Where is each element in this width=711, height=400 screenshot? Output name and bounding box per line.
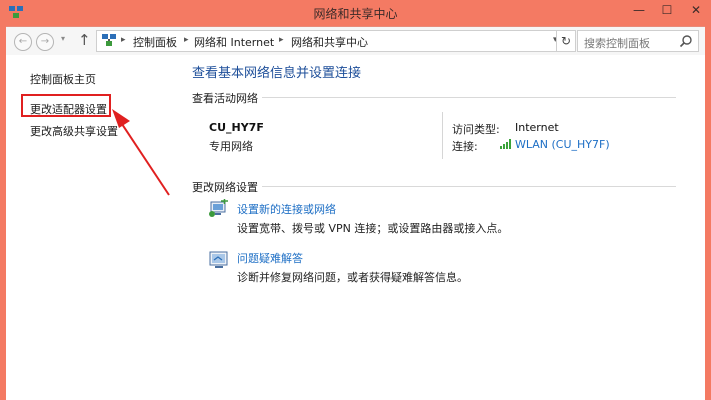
new-connection-icon bbox=[209, 199, 228, 217]
window-title: 网络和共享中心 bbox=[313, 7, 398, 21]
control-panel-icon bbox=[102, 34, 116, 46]
active-networks-heading: 查看活动网络 bbox=[192, 92, 258, 105]
sidebar-item-control-panel-home[interactable]: 控制面板主页 bbox=[30, 71, 96, 87]
connection-label: 连接: bbox=[452, 140, 478, 153]
back-button[interactable]: ← bbox=[14, 33, 32, 51]
search-box[interactable]: 搜索控制面板 bbox=[577, 30, 699, 52]
network-name: CU_HY7F bbox=[209, 121, 264, 134]
breadcrumb-separator: ▸ bbox=[184, 35, 189, 45]
troubleshoot-link[interactable]: 问题疑难解答 bbox=[237, 250, 303, 266]
window: 网络和共享中心 — ☐ ✕ ← → ▾ ↑ ▸ 控制面板 ▸ 网络和 Inter… bbox=[0, 0, 711, 400]
access-type-label: 访问类型: bbox=[452, 123, 500, 136]
address-bar[interactable]: ▸ 控制面板 ▸ 网络和 Internet ▸ 网络和共享中心 ▾ bbox=[96, 30, 576, 52]
content-pane: 控制面板主页 更改适配器设置 更改高级共享设置 查看基本网络信息并设置连接 查看… bbox=[6, 55, 705, 400]
up-button[interactable]: ↑ bbox=[78, 31, 91, 49]
change-settings-heading: 更改网络设置 bbox=[192, 181, 258, 194]
search-icon[interactable] bbox=[679, 34, 693, 48]
breadcrumb-network-sharing-center[interactable]: 网络和共享中心 bbox=[291, 34, 368, 50]
highlight-box bbox=[21, 94, 111, 117]
page-title: 查看基本网络信息并设置连接 bbox=[192, 66, 362, 81]
troubleshoot-icon bbox=[209, 251, 228, 268]
section-divider bbox=[262, 97, 676, 98]
access-type-value: Internet bbox=[515, 121, 559, 134]
maximize-button[interactable]: ☐ bbox=[653, 0, 681, 20]
title-bar: 网络和共享中心 — ☐ ✕ bbox=[0, 0, 711, 26]
setup-new-connection-link[interactable]: 设置新的连接或网络 bbox=[237, 201, 336, 217]
network-category[interactable]: 专用网络 bbox=[209, 138, 253, 154]
refresh-button[interactable]: ↻ bbox=[556, 30, 576, 52]
forward-button[interactable]: → bbox=[36, 33, 54, 51]
breadcrumb-separator: ▸ bbox=[121, 35, 126, 45]
vertical-divider bbox=[442, 112, 443, 159]
close-button[interactable]: ✕ bbox=[681, 0, 711, 20]
breadcrumb-separator: ▸ bbox=[279, 35, 284, 45]
section-divider bbox=[262, 186, 676, 187]
breadcrumb-control-panel[interactable]: 控制面板 bbox=[133, 34, 177, 50]
recent-locations-dropdown[interactable]: ▾ bbox=[61, 34, 65, 43]
minimize-button[interactable]: — bbox=[625, 0, 653, 20]
troubleshoot-desc: 诊断并修复网络问题，或者获得疑难解答信息。 bbox=[237, 271, 468, 284]
setup-new-connection-desc: 设置宽带、拨号或 VPN 连接；或设置路由器或接入点。 bbox=[237, 222, 509, 235]
search-placeholder: 搜索控制面板 bbox=[584, 37, 650, 50]
navigation-bar: ← → ▾ ↑ ▸ 控制面板 ▸ 网络和 Internet ▸ 网络和共享中心 … bbox=[6, 26, 705, 55]
breadcrumb-network-internet[interactable]: 网络和 Internet bbox=[194, 34, 274, 50]
wifi-signal-icon bbox=[500, 139, 511, 149]
sidebar-item-change-advanced-sharing[interactable]: 更改高级共享设置 bbox=[30, 123, 118, 139]
wlan-connection-link[interactable]: WLAN (CU_HY7F) bbox=[515, 138, 610, 151]
